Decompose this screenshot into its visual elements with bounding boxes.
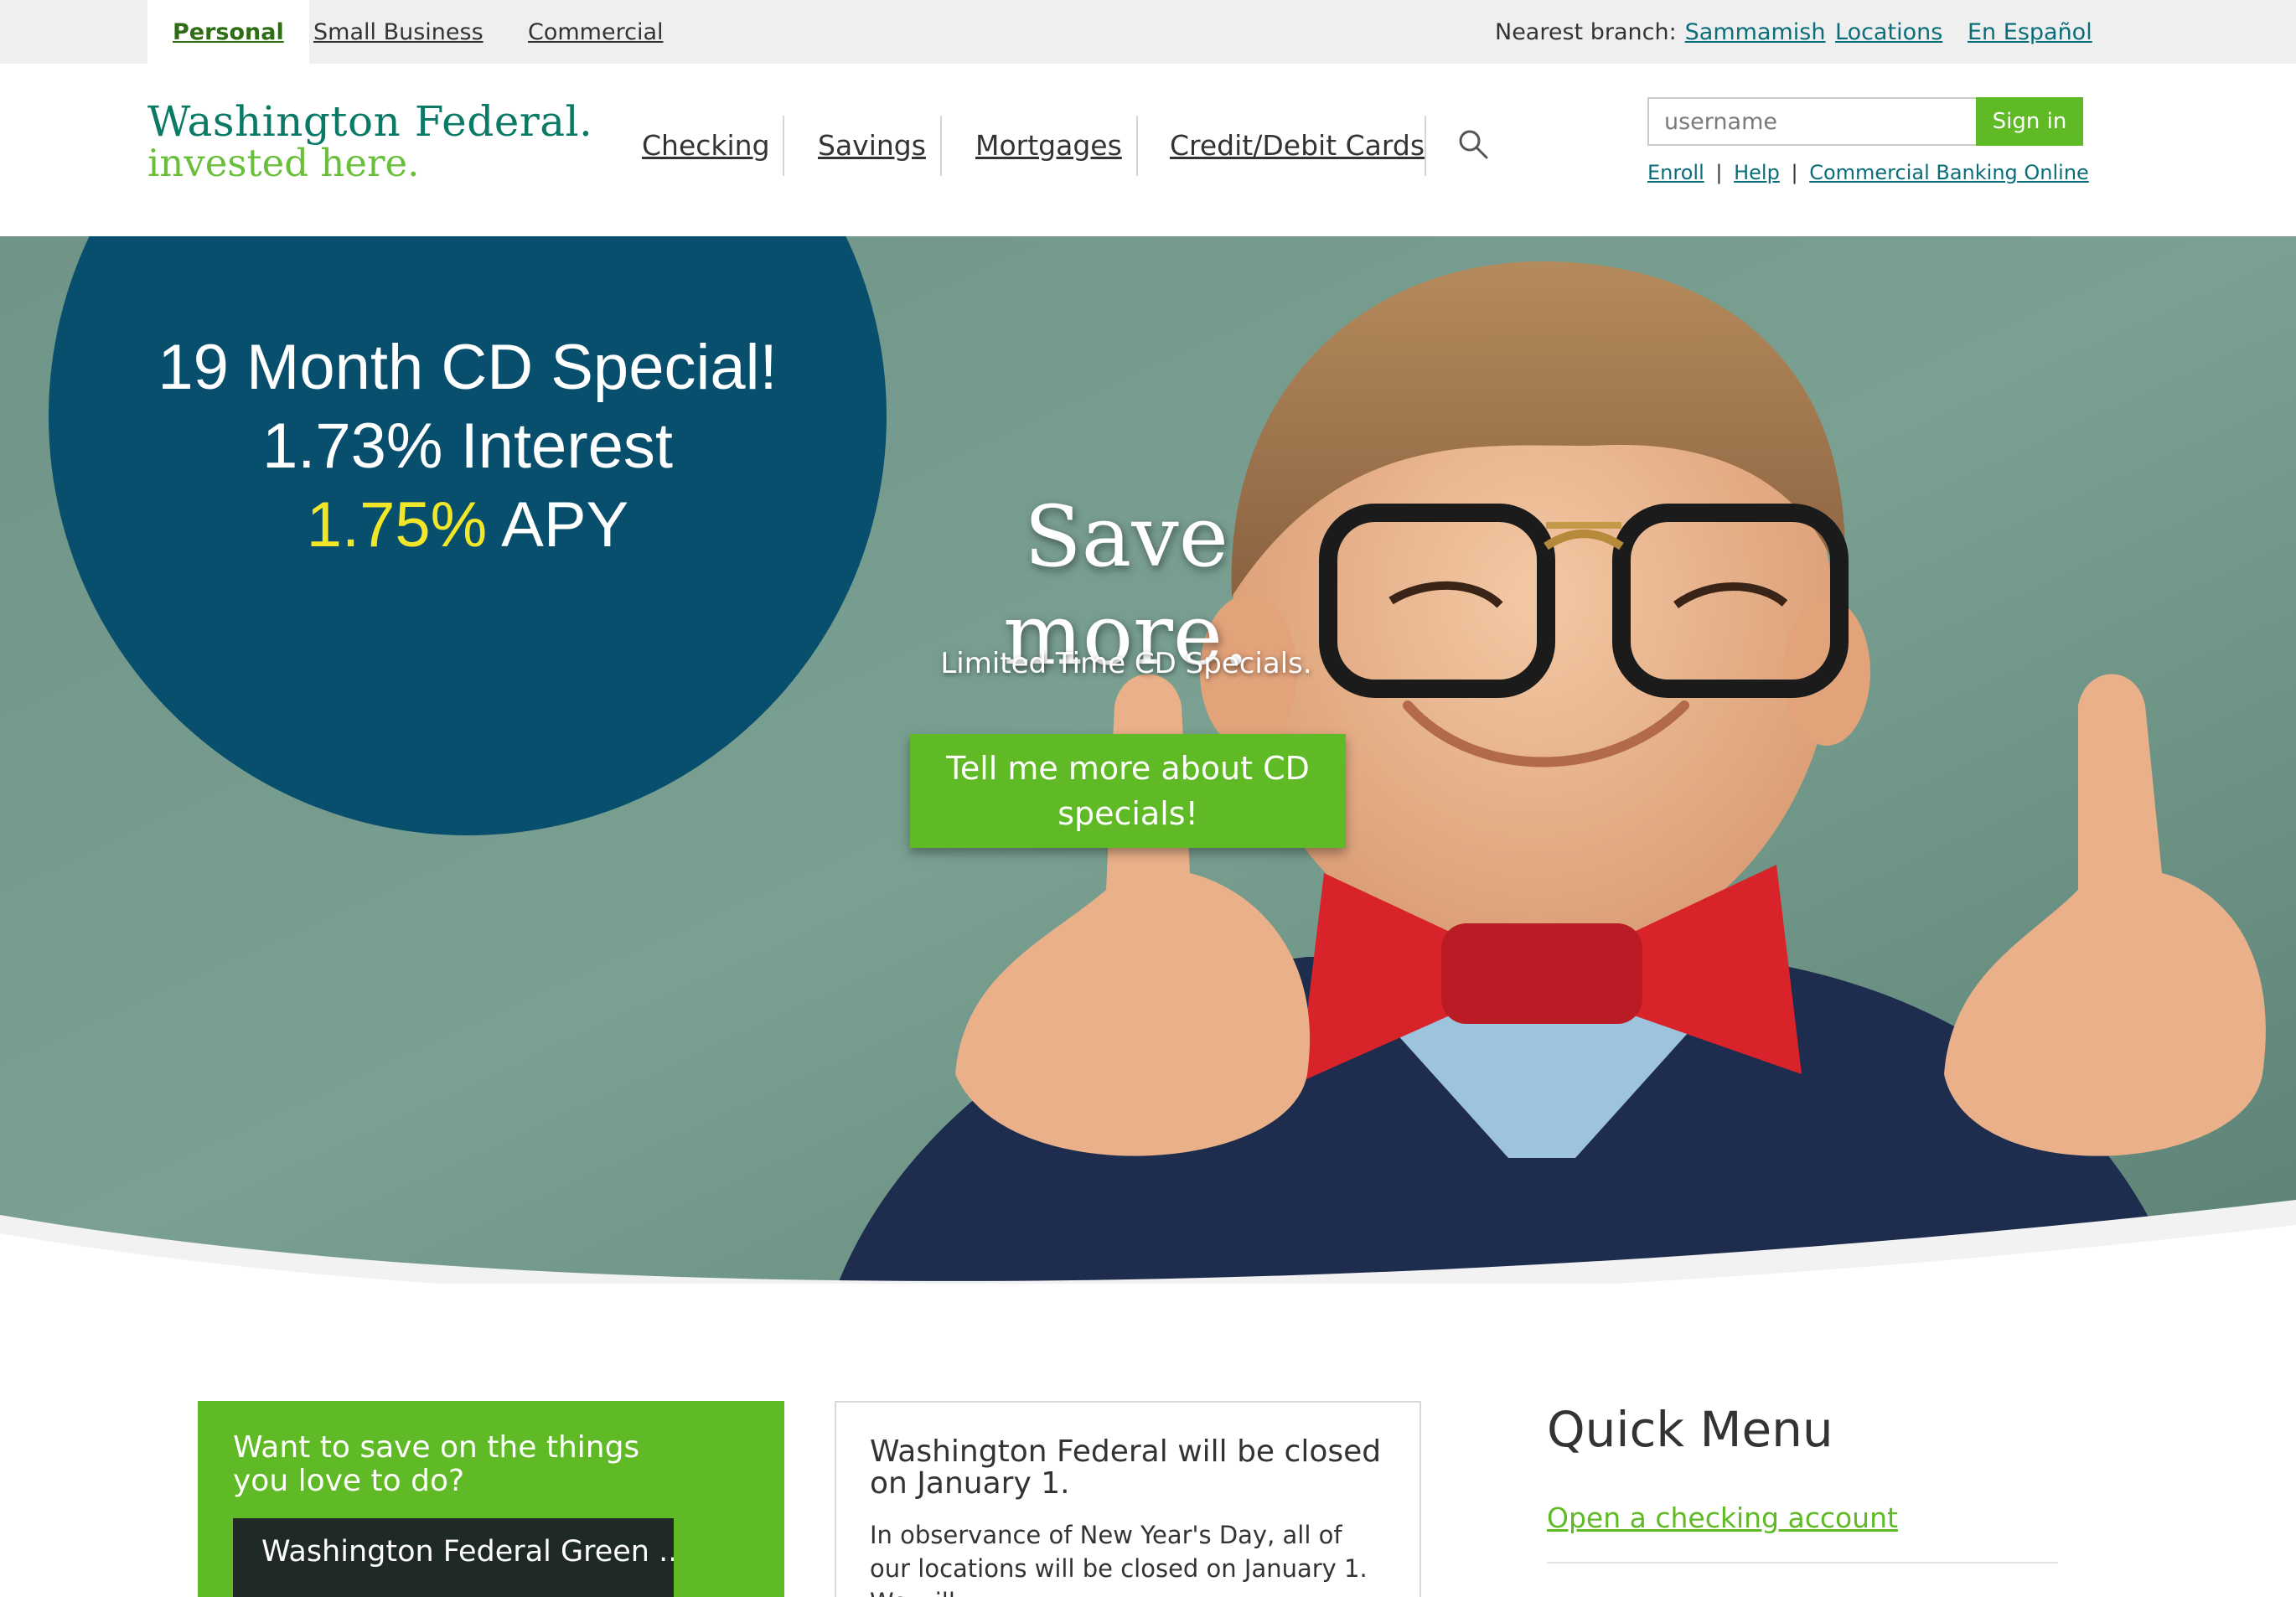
notice-title: Washington Federal will be closed on Jan… <box>870 1434 1382 1501</box>
nav-divider <box>1136 116 1138 176</box>
espanol-link[interactable]: En Español <box>1968 19 2092 45</box>
top-utility-bar: Personal Small Business Commercial Neare… <box>0 0 2296 64</box>
site-header: Washington Federal. invested here. Check… <box>0 64 2296 236</box>
username-input[interactable] <box>1647 97 1976 146</box>
locations-link[interactable]: Locations <box>1835 19 1942 45</box>
notice-body: In observance of New Year's Day, all of … <box>870 1521 1368 1597</box>
promo-line-1: 19 Month CD Special! <box>158 332 778 403</box>
promo-line-3: 1.75% APY <box>49 486 887 565</box>
video-card-title: Want to save on the things you love to d… <box>233 1430 640 1498</box>
quick-menu-title: Quick Menu <box>1547 1401 1833 1458</box>
login-links: Enroll | Help | Commercial Banking Onlin… <box>1647 161 2089 184</box>
promo-line-2: 1.73% Interest <box>261 411 674 482</box>
quick-menu-open-checking[interactable]: Open a checking account <box>1547 1501 1898 1534</box>
search-icon[interactable] <box>1456 127 1490 161</box>
quick-menu-divider <box>1547 1562 2058 1563</box>
hero-subhead: Limited Time CD Specials. <box>940 647 1312 680</box>
logo-tagline: invested here. <box>147 141 420 185</box>
holiday-notice: Washington Federal will be closed on Jan… <box>835 1401 1421 1597</box>
commercial-banking-link[interactable]: Commercial Banking Online <box>1809 161 2089 184</box>
video-promo-card: Want to save on the things you love to d… <box>198 1401 784 1597</box>
video-title: Washington Federal Green ... <box>261 1535 674 1569</box>
link-separator: | <box>1791 161 1798 184</box>
help-link[interactable]: Help <box>1734 161 1780 184</box>
sign-in-button[interactable]: Sign in <box>1976 97 2083 146</box>
logo-name[interactable]: Washington Federal. <box>147 97 592 146</box>
nav-savings[interactable]: Savings <box>818 116 926 174</box>
cd-specials-button[interactable]: Tell me more about CD specials! <box>910 734 1346 848</box>
espanol-wrap: En Español <box>1968 0 2092 64</box>
locations-wrap: Locations <box>1835 0 1942 64</box>
tab-small-business[interactable]: Small Business <box>313 0 484 64</box>
promo-apy-value: 1.75% <box>306 489 488 561</box>
tab-commercial[interactable]: Commercial <box>528 0 664 64</box>
nav-divider <box>783 116 784 176</box>
tab-personal[interactable]: Personal <box>147 0 309 64</box>
nav-mortgages[interactable]: Mortgages <box>975 116 1122 174</box>
nav-divider <box>1425 116 1426 176</box>
enroll-link[interactable]: Enroll <box>1647 161 1704 184</box>
nearest-branch-link[interactable]: Sammamish <box>1685 19 1826 45</box>
hero-banner: 19 Month CD Special! 1.73% Interest 1.75… <box>0 236 2296 1284</box>
nav-divider <box>940 116 942 176</box>
nav-credit-debit-cards[interactable]: Credit/Debit Cards <box>1170 116 1425 174</box>
nearest-branch: Nearest branch: Sammamish <box>1495 0 1826 64</box>
link-separator: | <box>1715 161 1723 184</box>
video-player[interactable]: Washington Federal Green ... <box>233 1518 674 1597</box>
nearest-branch-label: Nearest branch: <box>1495 18 1677 45</box>
promo-apy-label: APY <box>487 489 629 561</box>
promo-text: 19 Month CD Special! 1.73% Interest 1.75… <box>49 328 887 565</box>
nav-checking[interactable]: Checking <box>642 116 770 174</box>
